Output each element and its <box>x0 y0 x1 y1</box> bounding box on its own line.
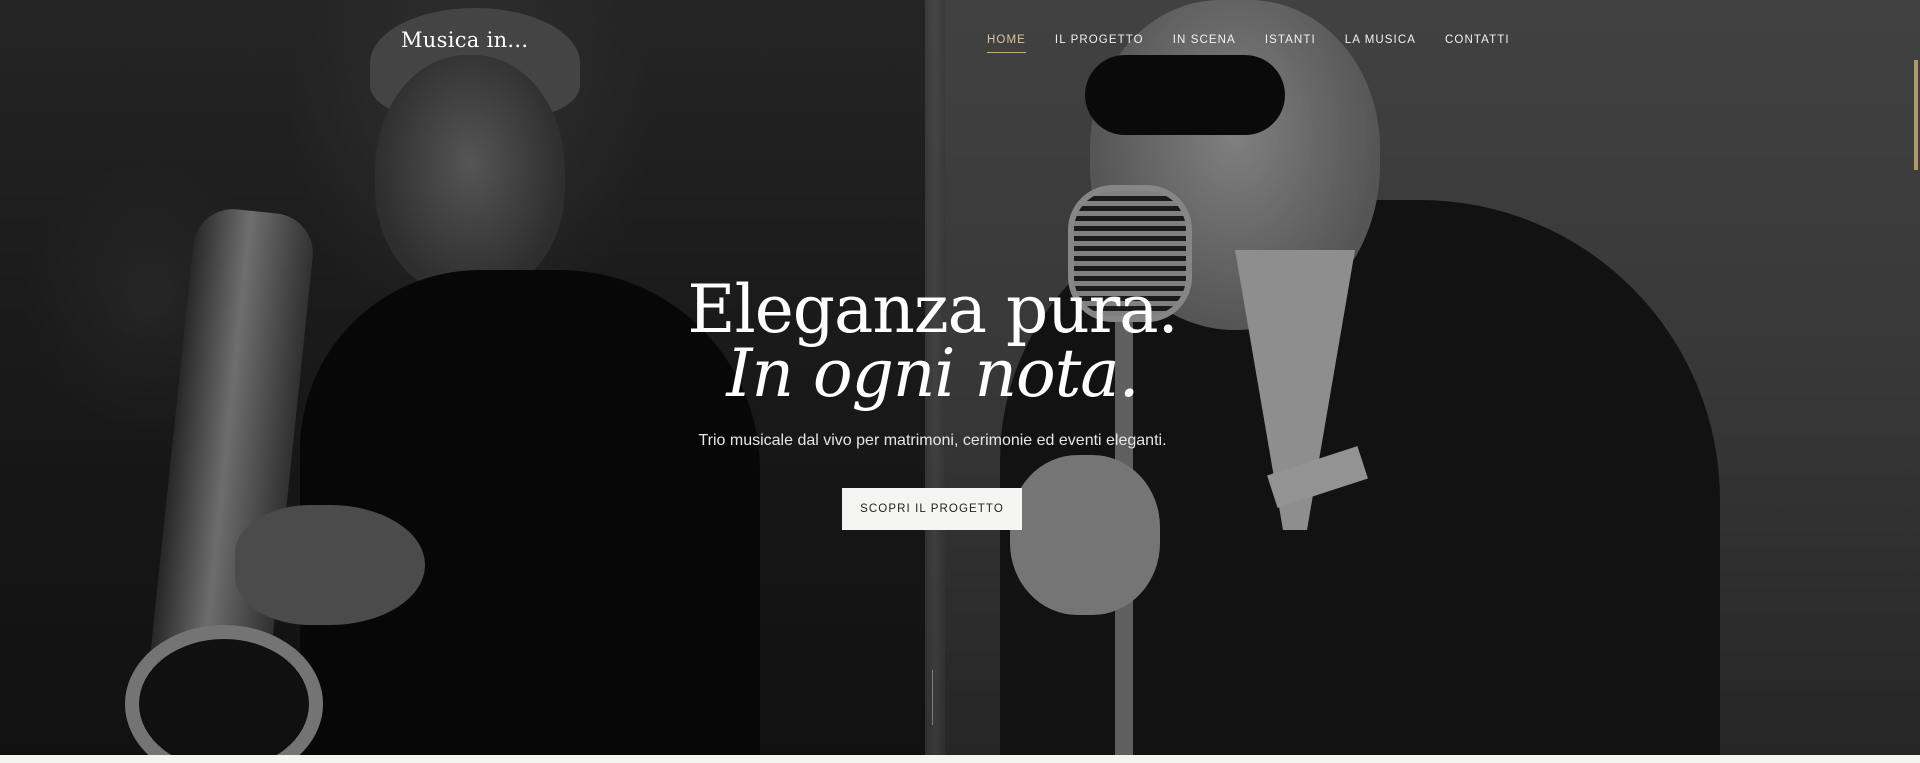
discover-project-button[interactable]: SCOPRI IL PROGETTO <box>842 488 1022 530</box>
hero-headline: Eleganza pura. In ogni nota. <box>0 277 1865 412</box>
headline-line-2: In ogni nota. <box>726 335 1139 412</box>
nav-item-contatti[interactable]: CONTATTI <box>1445 34 1510 53</box>
hero-subtitle: Trio musicale dal vivo per matrimoni, ce… <box>698 432 1167 449</box>
nav-item-in-scena[interactable]: IN SCENA <box>1173 34 1236 53</box>
site-logo[interactable]: Musica in... <box>401 28 528 52</box>
hero-section: Musica in... HOME IL PROGETTO IN SCENA I… <box>0 0 1920 755</box>
page-bottom-strip <box>0 755 1920 763</box>
nav-item-istanti[interactable]: ISTANTI <box>1265 34 1316 53</box>
nav-item-home[interactable]: HOME <box>987 34 1026 53</box>
nav-item-il-progetto[interactable]: IL PROGETTO <box>1055 34 1144 53</box>
main-nav: HOME IL PROGETTO IN SCENA ISTANTI LA MUS… <box>987 34 1510 53</box>
accent-bar <box>1914 60 1918 170</box>
scroll-indicator-line <box>932 670 933 725</box>
nav-item-la-musica[interactable]: LA MUSICA <box>1345 34 1416 53</box>
